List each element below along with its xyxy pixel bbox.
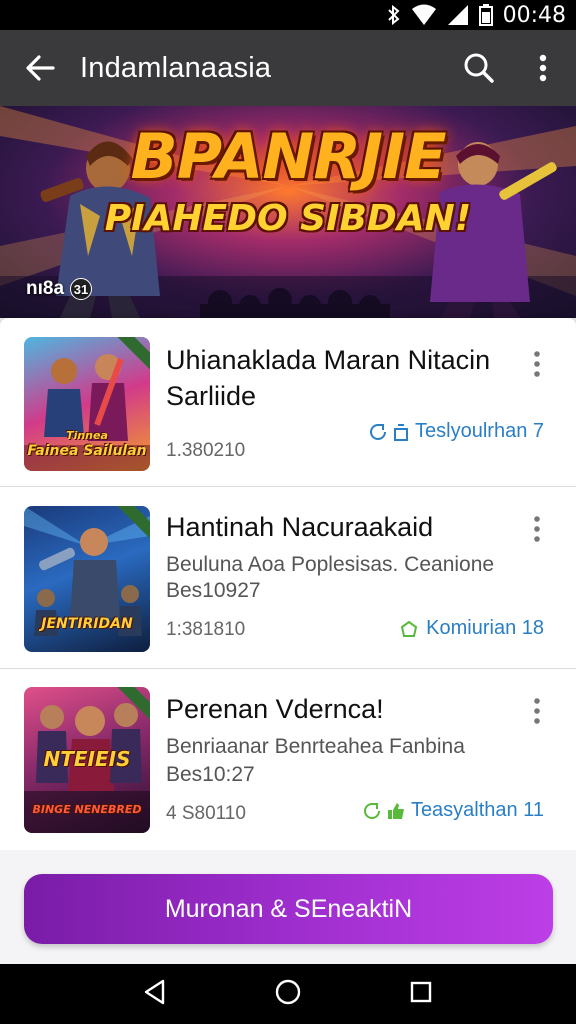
list-item[interactable]: JENTIRIDAN Hantinah Nacuraakaid Beuluna …	[0, 486, 576, 668]
thumbnail-label-top: JENTIRIDAN	[41, 616, 133, 632]
triangle-back-icon	[145, 979, 165, 1004]
status-bar: 00:48	[0, 0, 576, 30]
status-time: 00:48	[502, 2, 566, 28]
back-button[interactable]	[0, 30, 80, 106]
thumbnail-label-bottom: Fainea Sailulan	[27, 443, 147, 459]
search-button[interactable]	[448, 30, 510, 106]
comment-icon	[401, 620, 418, 637]
game-thumbnail: Tinnea Fainea Sailulan	[24, 337, 150, 471]
more-vertical-icon	[534, 351, 540, 377]
list-item[interactable]: NTEIEIS BINGE NENEBRED Perenan Vdernca! …	[0, 668, 576, 850]
item-title: Hantinah Nacuraakaid	[166, 512, 434, 542]
bottom-action-area: Muronan & SEneaktiN	[0, 850, 576, 964]
more-vertical-icon	[539, 54, 547, 82]
hero-caption-count: 31	[70, 278, 93, 300]
bluetooth-icon	[387, 4, 401, 26]
square-recents-icon	[410, 981, 431, 1002]
hero-subheadline: PIAHEDO SIBDAN!	[104, 198, 472, 239]
list-item[interactable]: Tinnea Fainea Sailulan Uhianaklada Maran…	[0, 318, 576, 490]
hero-caption-text: nı8a	[26, 278, 65, 299]
item-title: Uhianaklada Maran Nitacin	[166, 345, 491, 375]
item-meta: 4 S80110	[166, 803, 246, 824]
share-icon	[363, 802, 380, 819]
share-icon	[370, 423, 387, 440]
item-subtitle-line2: Bes10927	[166, 579, 261, 602]
signal-icon	[447, 4, 469, 26]
item-meta: 1.380210	[166, 440, 246, 461]
nav-back-button[interactable]	[143, 979, 167, 1010]
item-title-line2: Sarliide	[166, 381, 257, 411]
battery-icon	[478, 4, 493, 26]
bookmark-icon	[394, 423, 409, 441]
item-title: Perenan Vdernca!	[166, 694, 384, 724]
thumbs-up-icon	[387, 802, 404, 819]
item-stat[interactable]: Teslyoulrhan 7	[369, 420, 544, 443]
overflow-menu-button[interactable]	[510, 30, 576, 106]
nav-home-button[interactable]	[274, 978, 302, 1011]
hero-headline: BPANRJIE	[130, 120, 446, 193]
item-more-button[interactable]	[522, 344, 552, 384]
item-stat[interactable]: Teasyalthan 11	[363, 799, 544, 822]
game-thumbnail: NTEIEIS BINGE NENEBRED	[24, 687, 150, 833]
system-nav-bar	[0, 964, 576, 1024]
nav-recents-button[interactable]	[409, 980, 433, 1009]
item-more-button[interactable]	[522, 509, 552, 549]
circle-home-icon	[275, 979, 301, 1004]
item-stat-label: Teslyoulrhan 7	[415, 420, 544, 442]
item-stat-label: Teasyalthan 11	[410, 799, 544, 821]
item-stat[interactable]: Komiurian 18	[400, 617, 544, 640]
wifi-icon	[411, 4, 437, 26]
game-list: Tinnea Fainea Sailulan Uhianaklada Maran…	[0, 318, 576, 850]
more-vertical-icon	[534, 698, 540, 724]
hero-caption: nı8a 31	[26, 278, 93, 300]
item-subtitle: Beuluna Aoa Poplesisas. Ceanione	[166, 553, 495, 576]
game-thumbnail: JENTIRIDAN	[24, 506, 150, 652]
thumbnail-label-top: Tinnea	[66, 429, 108, 442]
more-vertical-icon	[534, 516, 540, 542]
search-icon	[464, 53, 494, 83]
app-bar: Indamlanaasia	[0, 30, 576, 106]
hero-banner[interactable]: BPANRJIE PIAHEDO SIBDAN! nı8a 31	[0, 106, 576, 318]
primary-action-button[interactable]: Muronan & SEneaktiN	[24, 874, 553, 944]
thumbnail-label-bottom: BINGE NENEBRED	[32, 803, 142, 816]
arrow-left-icon	[26, 55, 55, 81]
app-title: Indamlanaasia	[80, 51, 272, 84]
thumbnail-label-top: NTEIEIS	[43, 747, 131, 771]
item-more-button[interactable]	[522, 691, 552, 731]
item-stat-label: Komiurian 18	[426, 617, 544, 639]
item-meta: 1:381810	[166, 619, 246, 640]
item-subtitle-line2: Bes10:27	[166, 763, 255, 786]
item-subtitle: Benriaanar Benrteahea Fanbina	[166, 735, 465, 758]
